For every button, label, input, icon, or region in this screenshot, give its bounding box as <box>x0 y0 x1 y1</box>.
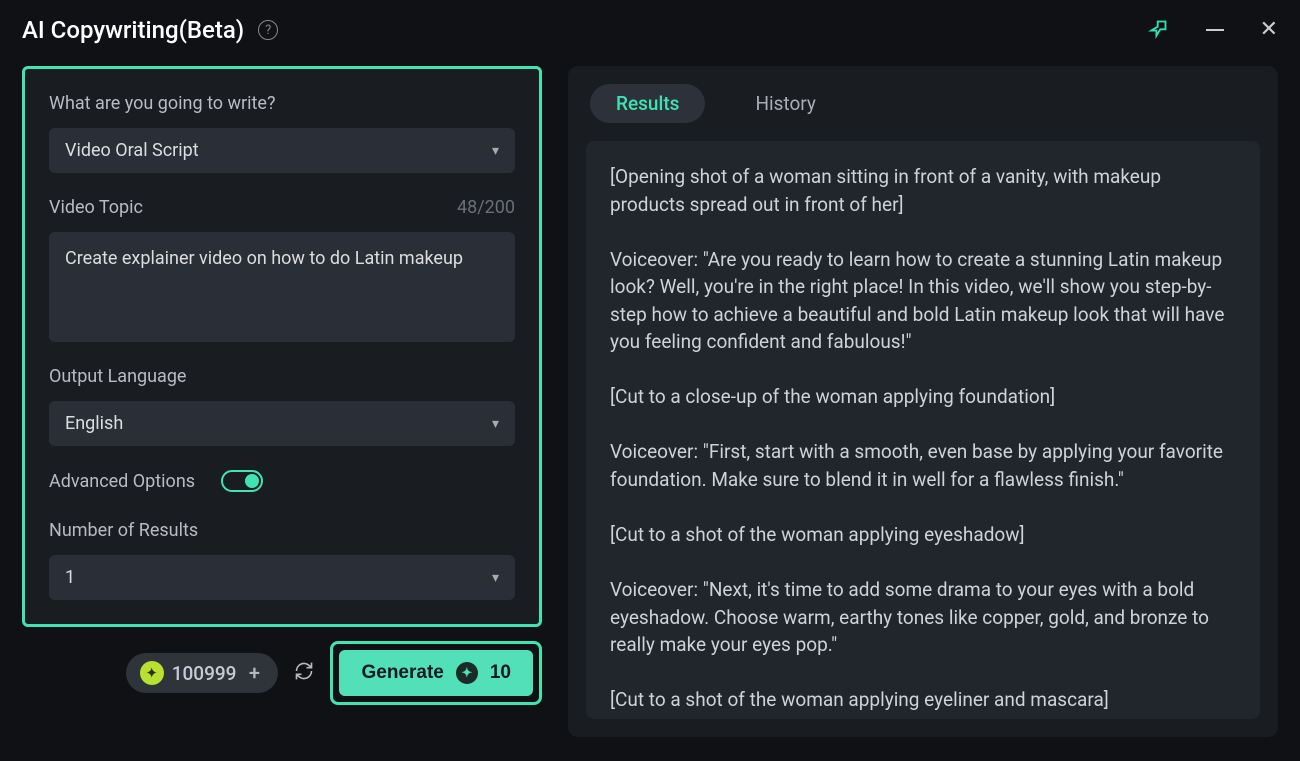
header-left: AI Copywriting(Beta) ? <box>22 16 278 44</box>
credits-pill: ✦ 100999 + <box>126 653 279 693</box>
language-select[interactable]: English ▾ <box>49 401 515 446</box>
topic-label-row: Video Topic 48/200 <box>49 197 515 218</box>
chevron-down-icon: ▾ <box>492 143 499 159</box>
generate-button[interactable]: Generate ✦ 10 <box>339 650 533 696</box>
main: What are you going to write? Video Oral … <box>0 54 1300 755</box>
results-count-value: 1 <box>65 567 75 588</box>
right-column: Results History [Opening shot of a woman… <box>568 66 1278 737</box>
results-count-label: Number of Results <box>49 520 515 541</box>
tabs: Results History <box>586 84 1270 123</box>
chevron-down-icon: ▾ <box>492 416 499 432</box>
toggle-knob <box>245 474 259 488</box>
tab-results[interactable]: Results <box>590 84 705 123</box>
minimize-icon[interactable] <box>1206 29 1224 31</box>
tab-history[interactable]: History <box>729 84 841 123</box>
app-title: AI Copywriting(Beta) <box>22 16 244 44</box>
add-credits-button[interactable]: + <box>244 663 264 683</box>
left-column: What are you going to write? Video Oral … <box>22 66 542 737</box>
spark-icon: ✦ <box>140 661 164 685</box>
advanced-row: Advanced Options <box>49 470 515 492</box>
spark-icon: ✦ <box>456 662 478 684</box>
write-type-select[interactable]: Video Oral Script ▾ <box>49 128 515 173</box>
header-right: ✕ <box>1148 17 1278 43</box>
result-text: [Opening shot of a woman sitting in fron… <box>610 163 1236 714</box>
generate-cost: 10 <box>490 662 511 684</box>
pin-icon[interactable] <box>1148 17 1170 43</box>
advanced-label: Advanced Options <box>49 471 195 492</box>
advanced-toggle[interactable] <box>221 470 263 492</box>
write-type-value: Video Oral Script <box>65 140 199 161</box>
credits-value: 100999 <box>172 662 237 685</box>
header: AI Copywriting(Beta) ? ✕ <box>0 0 1300 54</box>
bottom-bar: ✦ 100999 + Generate ✦ 10 <box>22 641 542 705</box>
generate-label: Generate <box>361 662 443 684</box>
topic-input[interactable]: Create explainer video on how to do Lati… <box>49 232 515 342</box>
language-value: English <box>65 413 123 434</box>
generate-wrap: Generate ✦ 10 <box>330 641 542 705</box>
help-icon[interactable]: ? <box>258 20 278 40</box>
language-label: Output Language <box>49 366 515 387</box>
refresh-icon[interactable] <box>294 661 314 686</box>
topic-label: Video Topic <box>49 197 143 218</box>
chevron-down-icon: ▾ <box>492 570 499 586</box>
topic-counter: 48/200 <box>457 197 515 218</box>
close-icon[interactable]: ✕ <box>1260 19 1278 41</box>
results-count-select[interactable]: 1 ▾ <box>49 555 515 600</box>
write-type-label: What are you going to write? <box>49 93 515 114</box>
result-area[interactable]: [Opening shot of a woman sitting in fron… <box>586 141 1260 719</box>
form-panel: What are you going to write? Video Oral … <box>22 66 542 627</box>
